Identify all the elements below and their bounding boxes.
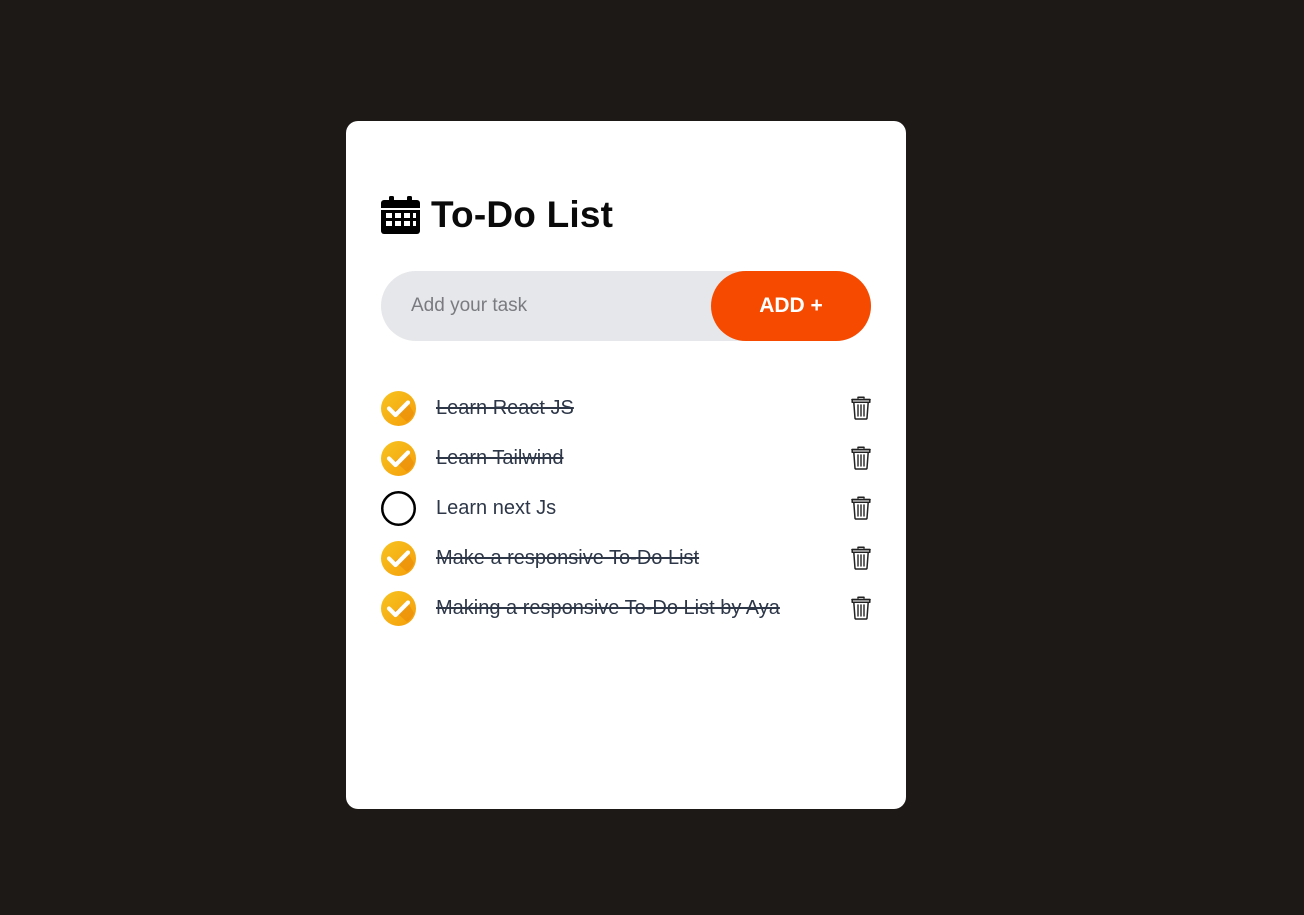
title-row: To-Do List: [381, 193, 613, 237]
task-text: Learn next Js: [436, 497, 557, 519]
task-input[interactable]: [381, 271, 711, 341]
task-list: Learn React JS Learn Tailwind Learn next J…: [381, 385, 871, 635]
check-circle-icon[interactable]: [381, 441, 416, 476]
task-item[interactable]: Learn next Js: [381, 485, 871, 535]
check-circle-icon[interactable]: [381, 591, 416, 626]
trash-icon[interactable]: [851, 396, 871, 420]
check-circle-icon[interactable]: [381, 541, 416, 576]
task-item[interactable]: Making a responsive To-Do List by Aya: [381, 585, 871, 635]
check-circle-icon[interactable]: [381, 391, 416, 426]
task-text: Make a responsive To-Do List: [436, 547, 700, 569]
trash-icon[interactable]: [851, 446, 871, 470]
task-text: Learn React JS: [436, 397, 574, 419]
calendar-icon: [381, 196, 420, 234]
trash-icon[interactable]: [851, 546, 871, 570]
todo-card: To-Do List ADD + Learn React JS Learn Tai…: [346, 121, 906, 809]
trash-icon[interactable]: [851, 496, 871, 520]
add-task-form: ADD +: [381, 271, 871, 341]
task-item[interactable]: Make a responsive To-Do List: [381, 535, 871, 585]
page-title: To-Do List: [431, 194, 614, 235]
task-item[interactable]: Learn React JS: [381, 385, 871, 435]
task-text: Making a responsive To-Do List by Aya: [436, 597, 780, 619]
task-item[interactable]: Learn Tailwind: [381, 435, 871, 485]
add-button[interactable]: ADD +: [711, 271, 871, 341]
empty-circle-icon[interactable]: [381, 491, 416, 526]
task-text: Learn Tailwind: [436, 447, 564, 469]
trash-icon[interactable]: [851, 596, 871, 620]
